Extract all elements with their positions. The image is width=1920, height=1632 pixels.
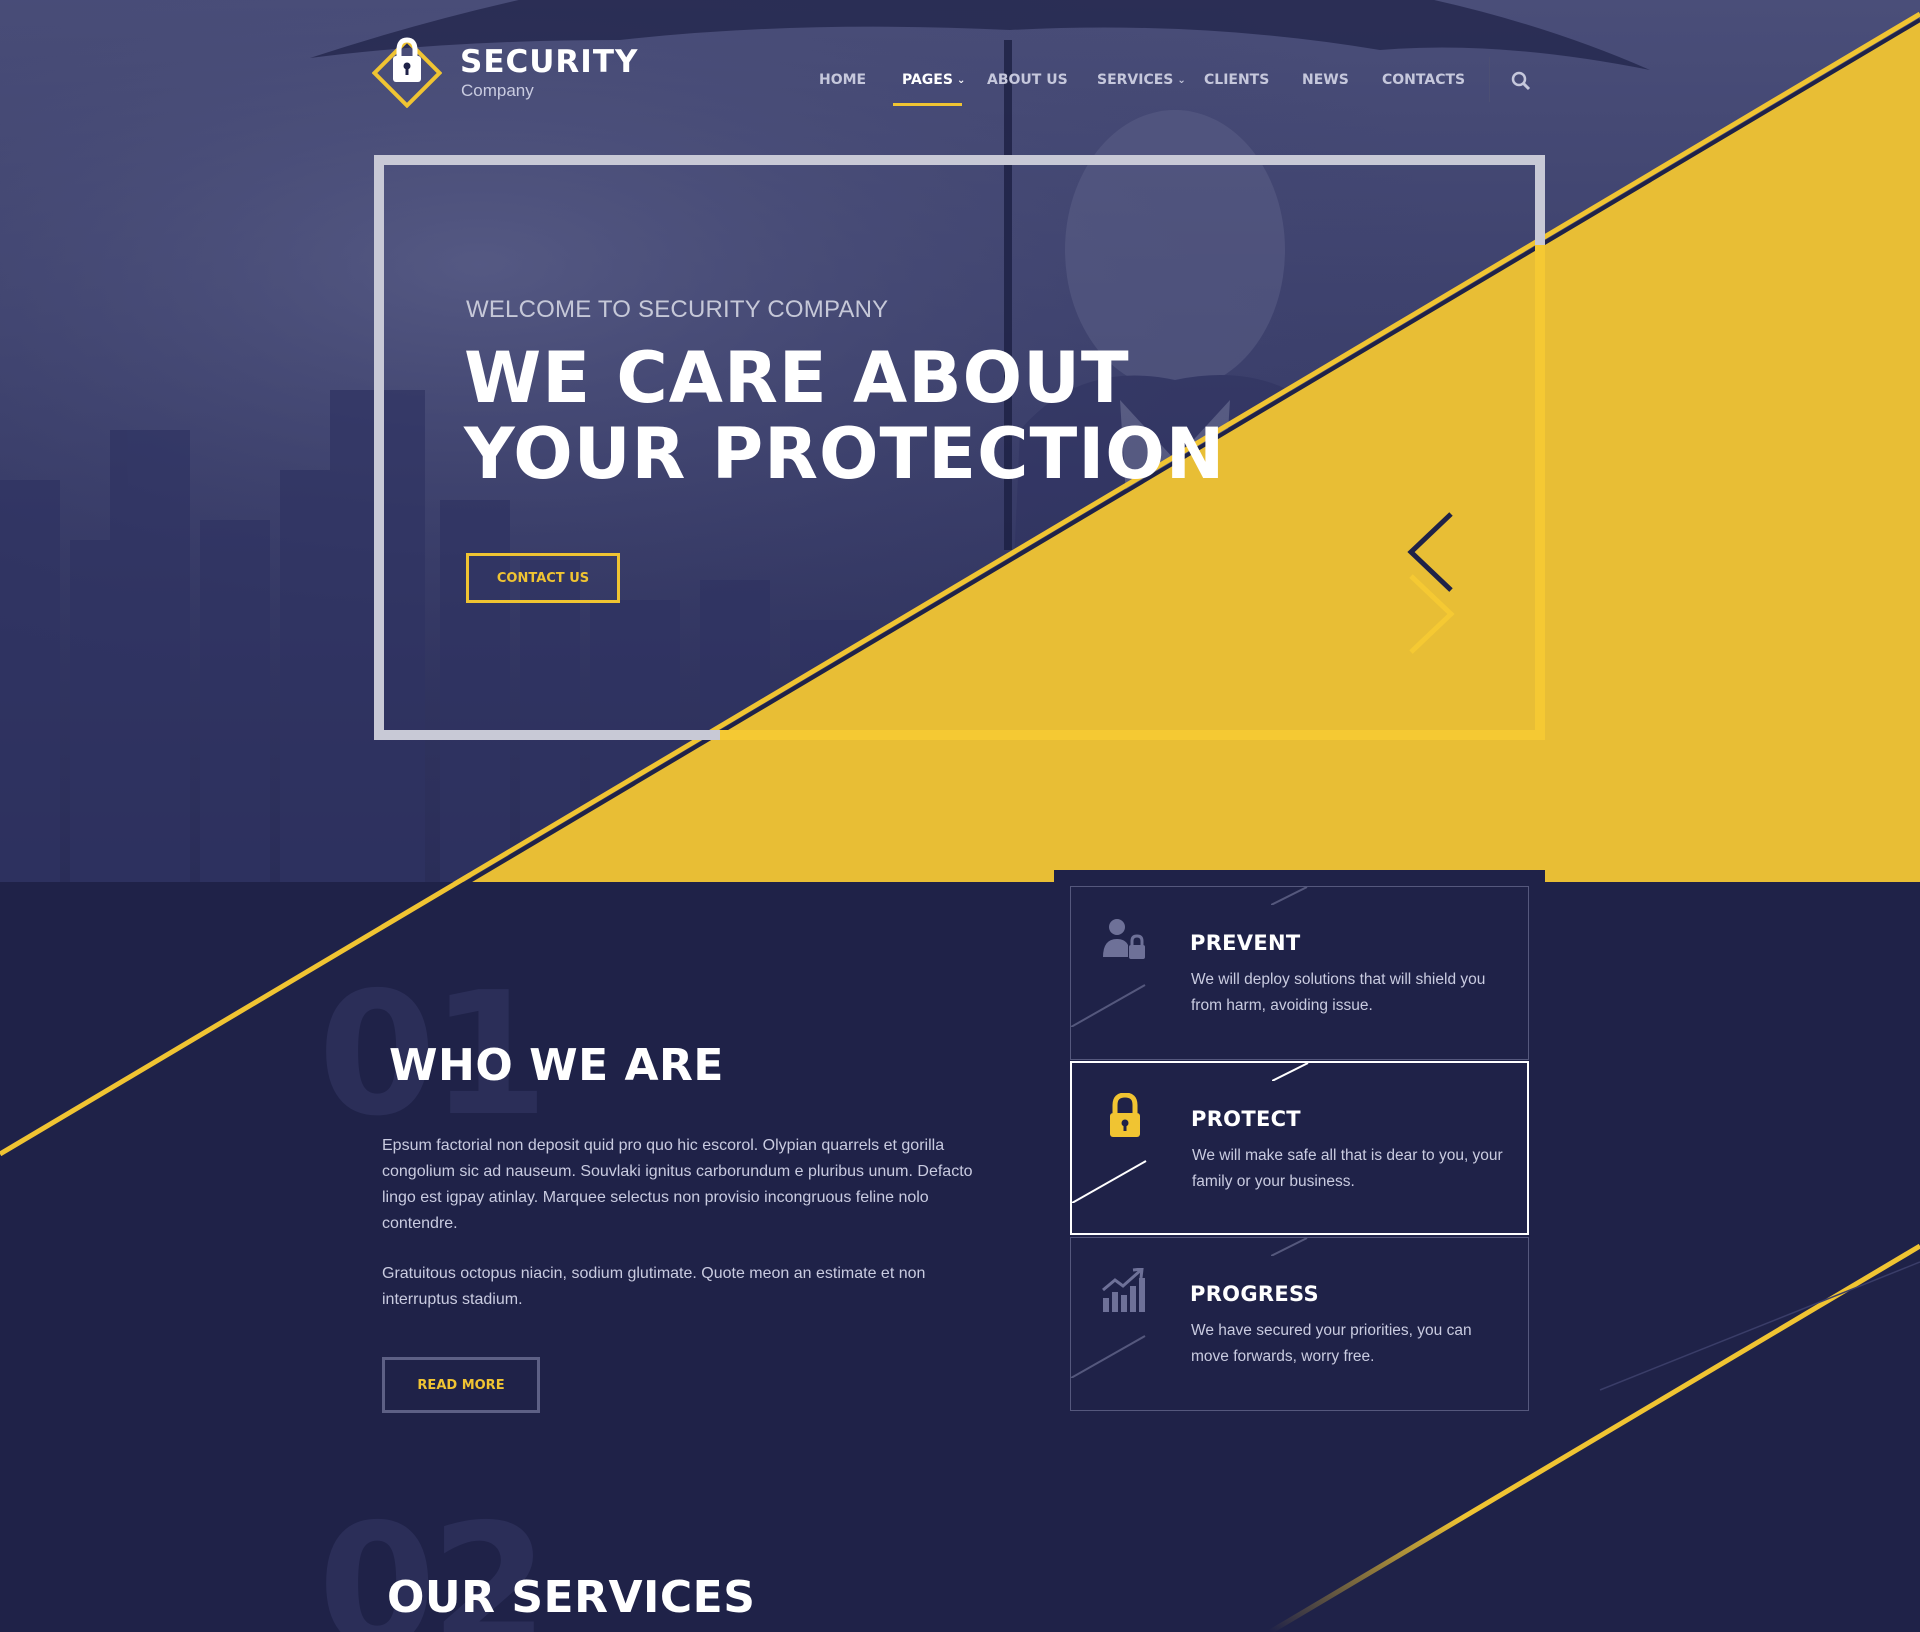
nav-label: NEWS — [1302, 72, 1349, 88]
card-decor — [1071, 1335, 1146, 1378]
nav-item-clients[interactable]: CLIENTS — [1204, 72, 1269, 88]
feature-title: PROTECT — [1191, 1107, 1301, 1131]
card-decor — [1272, 1063, 1309, 1081]
chevron-right-icon[interactable] — [1403, 572, 1457, 656]
hero-title-line1: WE CARE ABOUT — [464, 337, 1130, 419]
nav-label: CLIENTS — [1204, 72, 1270, 88]
who-we-are-title: WHO WE ARE — [389, 1040, 724, 1091]
feature-card-protect[interactable]: PROTECT We will make safe all that is de… — [1070, 1061, 1529, 1235]
feature-description: We will deploy solutions that will shiel… — [1191, 971, 1486, 1014]
brand-subtitle: Company — [461, 81, 534, 100]
who-paragraph-2: Gratuitous octopus niacin, sodium glutim… — [382, 1265, 926, 1308]
feature-card-prevent[interactable]: PREVENT We will deploy solutions that wi… — [1070, 886, 1529, 1060]
user-lock-icon — [1103, 919, 1145, 959]
brand-logo[interactable]: SECURITY Company — [372, 34, 637, 108]
card-decor — [1071, 984, 1146, 1027]
who-paragraph-1: Epsum factorial non deposit quid pro quo… — [382, 1137, 973, 1232]
nav-active-indicator — [893, 103, 962, 106]
background-artwork — [0, 0, 1920, 1632]
card-decor — [1072, 1160, 1147, 1203]
nav-item-pages[interactable]: PAGES ⌄ — [902, 72, 965, 88]
nav-item-about-us[interactable]: ABOUT US — [987, 72, 1068, 88]
nav-item-contacts[interactable]: CONTACTS — [1382, 72, 1465, 88]
nav-divider — [1489, 57, 1490, 102]
contact-us-button[interactable]: CONTACT US — [466, 553, 620, 603]
feature-card-progress[interactable]: PROGRESS We have secured your priorities… — [1070, 1237, 1529, 1411]
nav-item-home[interactable]: HOME — [819, 72, 866, 88]
feature-title: PREVENT — [1190, 931, 1301, 955]
card-decor — [1271, 1238, 1308, 1256]
nav-label: ABOUT US — [987, 72, 1068, 88]
hero-title-line2: YOUR PROTECTION — [464, 413, 1226, 495]
nav-label: PAGES — [902, 72, 953, 88]
feature-title: PROGRESS — [1190, 1282, 1319, 1306]
search-icon[interactable] — [1510, 70, 1532, 92]
padlock-diamond-icon — [372, 37, 442, 108]
card-decor — [1271, 887, 1308, 905]
feature-description: We will make safe all that is dear to yo… — [1192, 1147, 1503, 1190]
brand-title: SECURITY — [460, 44, 639, 80]
nav-label: CONTACTS — [1382, 72, 1466, 88]
padlock-icon — [1110, 1093, 1140, 1137]
nav-item-news[interactable]: NEWS — [1302, 72, 1349, 88]
nav-label: HOME — [819, 72, 867, 88]
chevron-down-icon: ⌄ — [956, 75, 966, 86]
chevron-down-icon: ⌄ — [1177, 75, 1186, 86]
hero-eyebrow: WELCOME TO SECURITY COMPANY — [466, 296, 889, 323]
our-services-title: OUR SERVICES — [387, 1572, 756, 1623]
feature-description: We have secured your priorities, you can… — [1191, 1322, 1472, 1365]
read-more-button[interactable]: READ MORE — [382, 1357, 540, 1413]
nav-label: SERVICES — [1097, 72, 1174, 88]
nav-item-services[interactable]: SERVICES ⌄ — [1097, 72, 1186, 88]
hero-title: WE CARE ABOUT YOUR PROTECTION — [464, 340, 1284, 492]
growth-chart-icon — [1102, 1268, 1145, 1312]
